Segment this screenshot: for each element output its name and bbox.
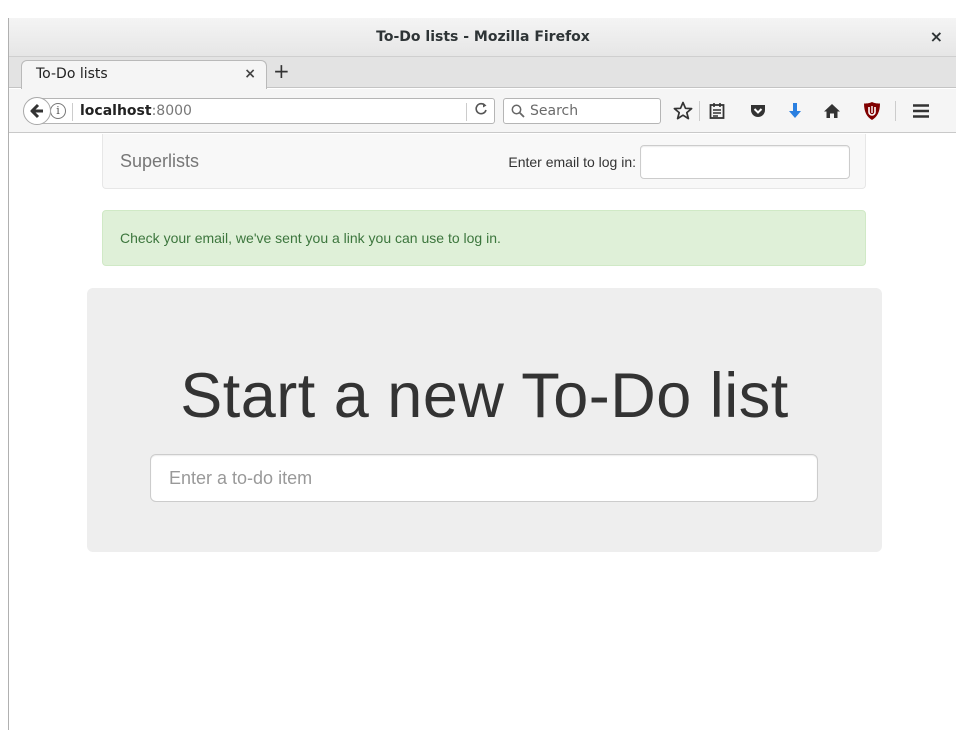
url-separator bbox=[72, 103, 73, 121]
navigation-toolbar: i localhost:8000 Search bbox=[9, 89, 956, 133]
url-port: :8000 bbox=[151, 103, 192, 119]
new-tab-button[interactable]: + bbox=[273, 59, 290, 83]
downloads-icon[interactable] bbox=[783, 99, 807, 123]
close-window-button[interactable]: × bbox=[930, 27, 943, 46]
pocket-icon[interactable] bbox=[746, 99, 770, 123]
new-item-placeholder: Enter a to-do item bbox=[169, 468, 313, 488]
search-placeholder: Search bbox=[530, 103, 579, 119]
window-title: To-Do lists - Mozilla Firefox bbox=[376, 29, 590, 45]
success-alert: Check your email, we've sent you a link … bbox=[102, 210, 866, 266]
new-item-input[interactable]: Enter a to-do item bbox=[150, 454, 818, 502]
jumbotron: Start a new To-Do list Enter a to-do ite… bbox=[87, 288, 882, 552]
url-bar[interactable]: i localhost:8000 bbox=[39, 98, 495, 124]
back-button[interactable] bbox=[23, 97, 51, 125]
toolbar-separator bbox=[895, 101, 896, 121]
home-icon[interactable] bbox=[820, 99, 844, 123]
search-icon bbox=[511, 104, 525, 118]
brand-link[interactable]: Superlists bbox=[120, 151, 199, 172]
toolbar-separator bbox=[699, 101, 700, 121]
back-arrow-icon bbox=[30, 103, 43, 119]
tab-bar: To-Do lists × + bbox=[9, 57, 956, 89]
search-bar[interactable]: Search bbox=[503, 98, 661, 124]
url-host: localhost bbox=[80, 103, 152, 119]
browser-window: To-Do lists - Mozilla Firefox × To-Do li… bbox=[8, 18, 956, 730]
login-label: Enter email to log in: bbox=[508, 154, 636, 170]
alert-message: Check your email, we've sent you a link … bbox=[120, 230, 501, 246]
tab-todo-lists[interactable]: To-Do lists × bbox=[21, 60, 267, 89]
reload-icon[interactable] bbox=[474, 102, 488, 120]
site-navbar: Superlists Enter email to log in: bbox=[102, 134, 866, 189]
ublock-icon[interactable] bbox=[860, 99, 884, 123]
tab-label: To-Do lists bbox=[36, 66, 108, 82]
url-text[interactable]: localhost:8000 bbox=[80, 103, 192, 119]
bookmark-star-icon[interactable] bbox=[671, 99, 695, 123]
menu-icon[interactable] bbox=[909, 99, 933, 123]
info-icon[interactable]: i bbox=[50, 103, 66, 119]
page-title: Start a new To-Do list bbox=[180, 361, 789, 431]
page-content: Superlists Enter email to log in: Check … bbox=[9, 134, 956, 730]
email-field[interactable] bbox=[640, 145, 850, 179]
reload-separator bbox=[466, 103, 467, 121]
reading-list-icon[interactable] bbox=[705, 99, 729, 123]
title-bar: To-Do lists - Mozilla Firefox × bbox=[9, 18, 956, 57]
tab-close-button[interactable]: × bbox=[244, 66, 256, 82]
